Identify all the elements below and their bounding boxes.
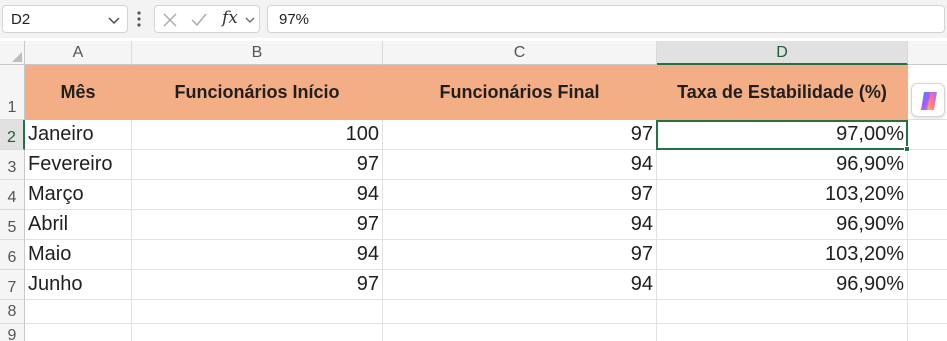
formula-buttons: fx <box>154 5 260 33</box>
vertical-dots-icon[interactable] <box>136 10 142 28</box>
row-header-9[interactable]: 9 <box>0 324 25 341</box>
empty-cell[interactable] <box>25 324 132 341</box>
cell-c2[interactable]: 97 <box>383 120 657 150</box>
empty-cell[interactable] <box>908 300 947 324</box>
cell-d7[interactable]: 96,90% <box>657 270 908 300</box>
chevron-down-icon[interactable] <box>244 13 256 27</box>
chevron-down-icon[interactable] <box>106 12 122 28</box>
cell-a6[interactable]: Maio <box>25 240 132 270</box>
row-header-1[interactable]: 1 <box>0 65 25 120</box>
cell-d3[interactable]: 96,90% <box>657 150 908 180</box>
cell-d5[interactable]: 96,90% <box>657 210 908 240</box>
empty-cell[interactable] <box>132 300 383 324</box>
empty-cell[interactable] <box>908 180 947 210</box>
cell-b2[interactable]: 100 <box>132 120 383 150</box>
header-cell-taxa-estabilidade[interactable]: Taxa de Estabilidade (%) <box>657 65 908 120</box>
close-icon[interactable] <box>161 11 179 29</box>
cell-c3[interactable]: 94 <box>383 150 657 180</box>
header-cell-funcionarios-inicio[interactable]: Funcionários Início <box>132 65 383 120</box>
cell-c6[interactable]: 97 <box>383 240 657 270</box>
cell-d2[interactable]: 97,00% <box>657 120 908 150</box>
cell-b3[interactable]: 97 <box>132 150 383 180</box>
header-cell-mes[interactable]: Mês <box>25 65 132 120</box>
name-box-value: D2 <box>11 11 31 28</box>
empty-cell[interactable] <box>383 324 657 341</box>
corner-triangle-icon <box>12 52 22 62</box>
row-header-7[interactable]: 7 <box>0 270 25 300</box>
column-header-b[interactable]: B <box>132 41 383 65</box>
name-box[interactable]: D2 <box>2 5 128 33</box>
fill-handle[interactable] <box>904 146 910 152</box>
empty-cell[interactable] <box>908 120 947 150</box>
cell-a7[interactable]: Junho <box>25 270 132 300</box>
empty-cell[interactable] <box>657 324 908 341</box>
insert-function-button[interactable]: fx <box>222 8 238 28</box>
cell-a2[interactable]: Janeiro <box>25 120 132 150</box>
select-all-corner[interactable] <box>0 41 25 65</box>
cell-d6[interactable]: 103,20% <box>657 240 908 270</box>
cell-a3[interactable]: Fevereiro <box>25 150 132 180</box>
row-header-6[interactable]: 6 <box>0 240 25 270</box>
cell-c4[interactable]: 97 <box>383 180 657 210</box>
copilot-icon <box>921 92 937 110</box>
empty-cell[interactable] <box>908 150 947 180</box>
empty-cell[interactable] <box>132 324 383 341</box>
check-icon[interactable] <box>190 11 208 29</box>
empty-cell[interactable] <box>383 300 657 324</box>
empty-cell[interactable] <box>908 240 947 270</box>
empty-cell[interactable] <box>25 300 132 324</box>
column-header-a[interactable]: A <box>25 41 132 65</box>
column-header-e[interactable] <box>908 41 947 65</box>
cell-a5[interactable]: Abril <box>25 210 132 240</box>
cell-b6[interactable]: 94 <box>132 240 383 270</box>
row-header-5[interactable]: 5 <box>0 210 25 240</box>
row-header-8[interactable]: 8 <box>0 300 25 324</box>
formula-text: 97% <box>279 11 310 28</box>
formula-bar: D2 fx 97% <box>0 0 947 38</box>
cell-c7[interactable]: 94 <box>383 270 657 300</box>
cell-c5[interactable]: 94 <box>383 210 657 240</box>
empty-cell[interactable] <box>657 300 908 324</box>
cell-d4[interactable]: 103,20% <box>657 180 908 210</box>
empty-cell[interactable] <box>908 210 947 240</box>
column-header-d[interactable]: D <box>657 41 908 65</box>
cell-b5[interactable]: 97 <box>132 210 383 240</box>
cell-a4[interactable]: Março <box>25 180 132 210</box>
empty-cell[interactable] <box>908 270 947 300</box>
row-header-3[interactable]: 3 <box>0 150 25 180</box>
header-cell-funcionarios-final[interactable]: Funcionários Final <box>383 65 657 120</box>
cell-b4[interactable]: 94 <box>132 180 383 210</box>
row-header-2[interactable]: 2 <box>0 120 25 150</box>
column-header-c[interactable]: C <box>383 41 657 65</box>
cell-b7[interactable]: 97 <box>132 270 383 300</box>
row-header-4[interactable]: 4 <box>0 180 25 210</box>
formula-input[interactable]: 97% <box>267 5 945 33</box>
copilot-button[interactable] <box>911 83 945 117</box>
empty-cell[interactable] <box>908 324 947 341</box>
